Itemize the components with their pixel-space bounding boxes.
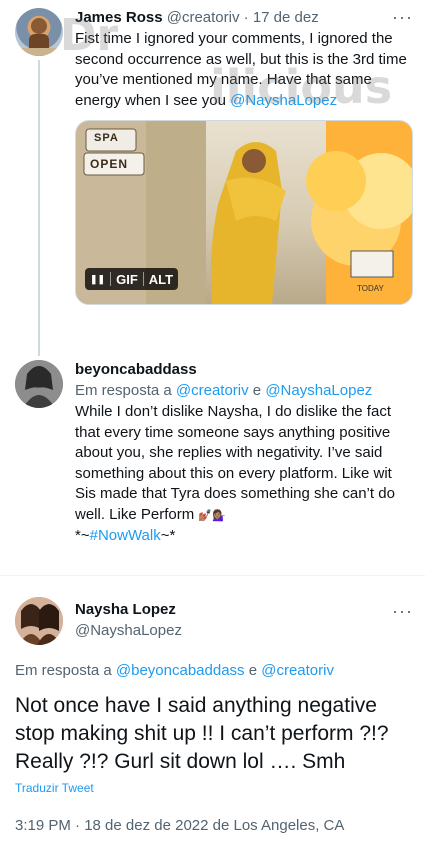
hashtag-link[interactable]: #NowWalk [90,527,161,544]
gif-sign-today: TODAY [357,284,384,293]
tweet-timestamp[interactable]: 3:19 PM · 18 de dez de 2022 de Los Angel… [15,817,344,834]
author-name[interactable]: Naysha Lopez [75,601,176,618]
tweet1-gif-media[interactable]: SPA OPEN TODAY ❚❚ GIF ALT [75,120,413,305]
reply-mention[interactable]: @creatoriv [176,382,249,399]
tweet-body-text: While I don’t dislike Naysha, I do disli… [75,403,395,523]
avatar-image-icon [15,597,63,645]
translate-tweet-link[interactable]: Traduzir Tweet [15,781,94,795]
tweet-date[interactable]: 17 de dez [253,9,319,26]
avatar-image-icon [15,360,63,408]
tweet-divider [0,575,425,576]
more-options-icon[interactable]: ··· [392,602,413,620]
avatar-image-icon [15,18,63,56]
author-handle[interactable]: @creatoriv [167,9,240,26]
avatar-james-ross[interactable] [15,8,63,56]
reply-mention[interactable]: @beyoncabaddass [116,662,245,679]
author-name[interactable]: beyoncabaddass [75,361,197,378]
gif-sign-spa: SPA [94,132,119,144]
thread-connector-line [38,60,40,356]
hashtag-prefix: *~ [75,527,90,544]
avatar-beyoncabaddass[interactable] [15,360,63,408]
tweet1-text: Fist time I ignored your comments, I ign… [75,29,413,111]
separator-dot: · [243,9,249,26]
avatar-naysha-lopez[interactable] [15,597,63,645]
reply-prefix: Em resposta a [75,382,176,399]
reply-prefix: Em resposta a [15,662,116,679]
more-options-icon[interactable]: ··· [392,8,413,26]
alt-button[interactable]: ALT [144,272,178,287]
pause-icon[interactable]: ❚❚ [85,274,110,285]
hashtag-suffix: ~* [160,527,176,544]
tweet3-text: Not once have I said anything negative s… [15,694,389,773]
author-handle[interactable]: @NayshaLopez [75,622,182,639]
author-name[interactable]: James Ross [75,9,163,26]
reply-mention[interactable]: @creatoriv [261,662,334,679]
emoji-nails-person: 💅🏽💁🏽‍♀️ [198,509,226,522]
gif-controls-badge: ❚❚ GIF ALT [85,268,179,290]
reply-mention[interactable]: @NayshaLopez [265,382,372,399]
reply-and: e [248,382,266,399]
gif-label: GIF [116,271,138,287]
tweet2-text: While I don’t dislike Naysha, I do disli… [75,402,413,547]
tweet1-header: James Ross @creatoriv · 17 de dez [75,9,319,26]
tweet2-reply-context: Em resposta a @creatoriv e @NayshaLopez [75,381,372,402]
tweet3-reply-context: Em resposta a @beyoncabaddass e @creator… [15,662,334,679]
mention-link[interactable]: @NayshaLopez [230,92,337,109]
reply-and: e [244,662,262,679]
gif-sign-open: OPEN [90,157,129,171]
